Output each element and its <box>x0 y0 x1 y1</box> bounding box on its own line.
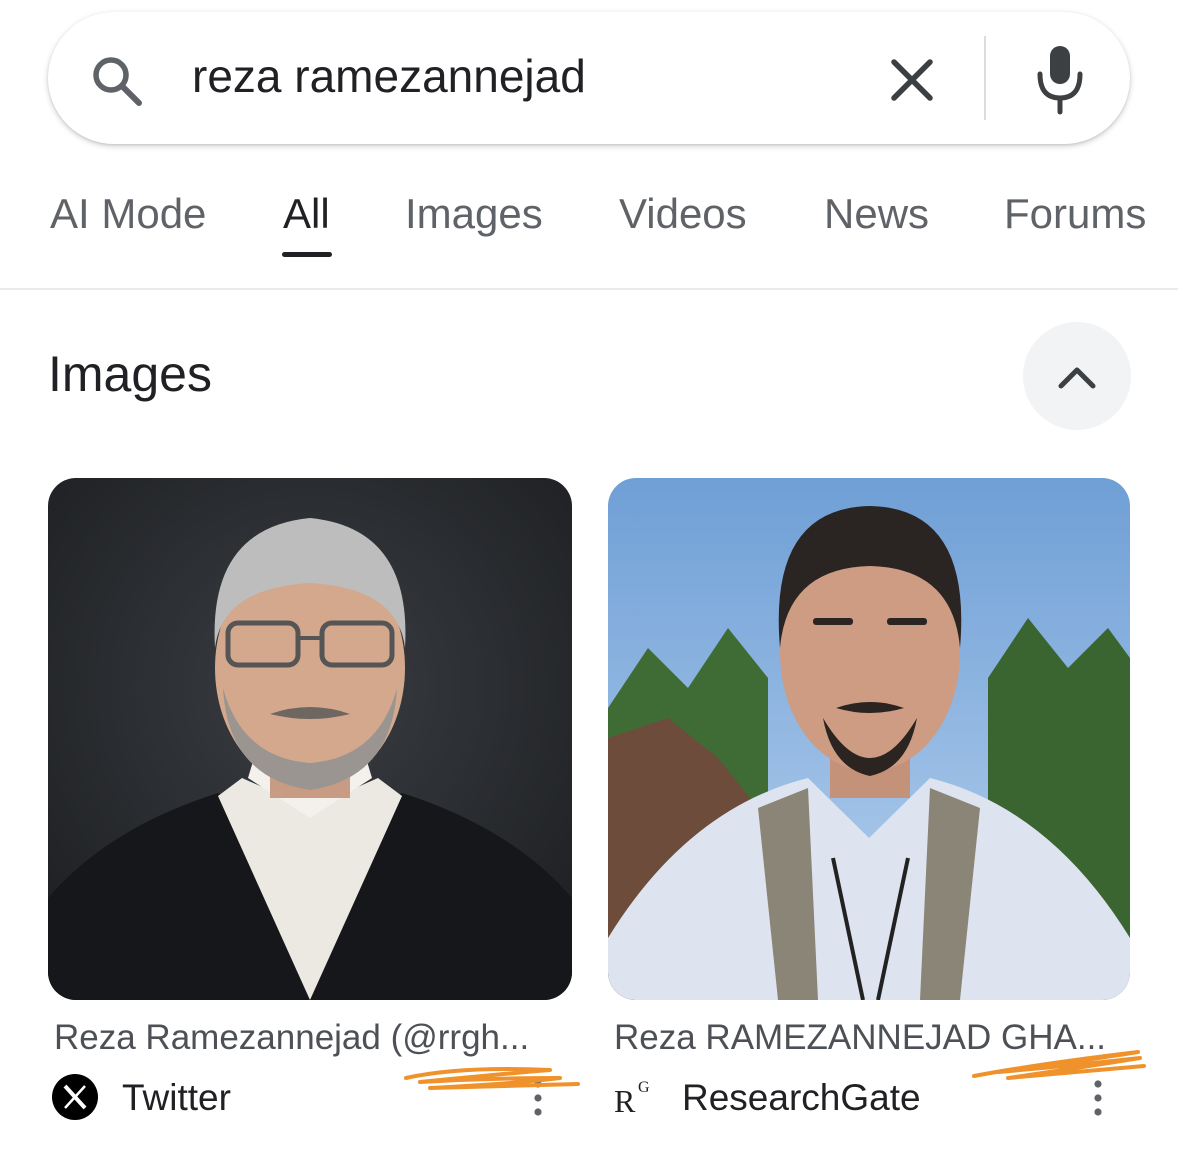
image-result-card[interactable]: Reza Ramezannejad (@rrgh... Twitter <box>48 478 572 1120</box>
tab-ai-mode[interactable]: AI Mode <box>50 190 206 238</box>
researchgate-logo-icon: R G <box>614 1079 650 1119</box>
clear-search-icon[interactable] <box>880 48 944 112</box>
image-result-title[interactable]: Reza RAMEZANNEJAD GHA... <box>614 1016 1106 1060</box>
search-bar[interactable]: reza ramezannejad <box>48 12 1130 144</box>
svg-text:R: R <box>614 1083 636 1119</box>
svg-text:G: G <box>638 1079 650 1096</box>
tab-all[interactable]: All <box>283 190 330 238</box>
search-tabs: AI Mode All Images Videos News Forums <box>0 170 1178 290</box>
portrait-photo <box>48 478 572 1000</box>
image-result-card[interactable]: Reza RAMEZANNEJAD GHA... R G ResearchGat… <box>608 478 1130 1119</box>
portrait-photo <box>608 478 1130 1000</box>
tab-news[interactable]: News <box>824 190 929 238</box>
source-name: ResearchGate <box>682 1077 921 1118</box>
more-options-icon[interactable] <box>530 1078 546 1122</box>
x-logo-icon <box>52 1074 98 1120</box>
more-options-icon[interactable] <box>1090 1078 1106 1122</box>
chevron-up-icon <box>1058 367 1096 389</box>
image-result-source[interactable]: Twitter <box>52 1074 576 1120</box>
tabs-divider <box>0 288 1178 290</box>
image-result-source[interactable]: R G ResearchGate <box>612 1074 1134 1120</box>
collapse-section-button[interactable] <box>1023 322 1131 430</box>
tab-videos[interactable]: Videos <box>619 190 747 238</box>
images-section-title: Images <box>48 346 212 402</box>
search-bar-divider <box>984 36 986 120</box>
image-result-thumbnail[interactable] <box>48 478 572 1000</box>
image-result-thumbnail[interactable] <box>608 478 1130 1000</box>
search-icon <box>93 57 142 106</box>
image-result-title[interactable]: Reza Ramezannejad (@rrgh... <box>54 1016 529 1060</box>
source-name: Twitter <box>122 1077 231 1118</box>
microphone-icon[interactable] <box>1028 42 1092 116</box>
tab-forums[interactable]: Forums <box>1004 190 1146 238</box>
active-tab-indicator <box>282 252 332 257</box>
search-input[interactable]: reza ramezannejad <box>192 46 586 106</box>
tab-images[interactable]: Images <box>405 190 543 238</box>
